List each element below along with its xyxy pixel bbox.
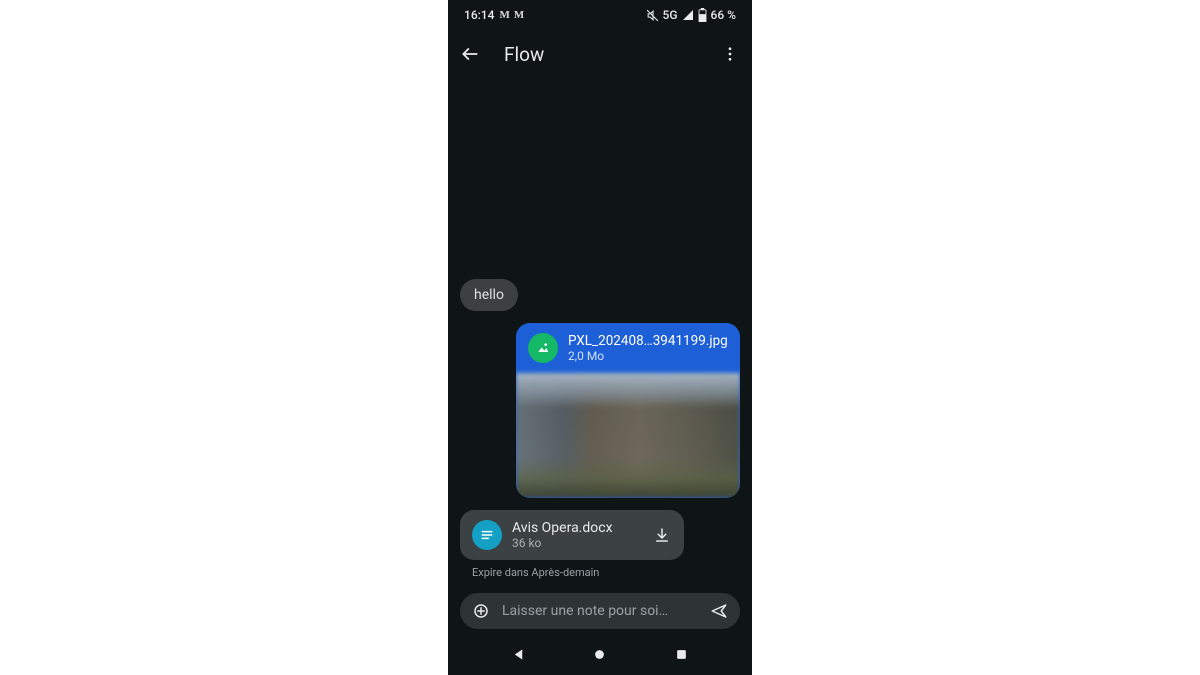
system-nav-bar bbox=[448, 633, 752, 675]
app-header: Flow bbox=[448, 30, 752, 78]
nav-home-button[interactable] bbox=[591, 645, 609, 663]
nav-back-button[interactable] bbox=[510, 645, 528, 663]
note-input[interactable]: Laisser une note pour soi… bbox=[502, 603, 698, 619]
image-filename: PXL_202408…3941199.jpg bbox=[568, 333, 728, 349]
phone-frame: 16:14 M M 5G 66 % Flow hello bbox=[448, 0, 752, 675]
expire-label: Expire dans Après-demain bbox=[460, 566, 740, 579]
file-name: Avis Opera.docx bbox=[512, 520, 642, 536]
document-icon bbox=[472, 520, 502, 550]
attach-button[interactable] bbox=[472, 602, 490, 620]
image-preview[interactable] bbox=[516, 373, 740, 498]
nav-recent-button[interactable] bbox=[672, 645, 690, 663]
download-button[interactable] bbox=[652, 525, 672, 545]
message-content: hello bbox=[474, 287, 504, 303]
battery-icon bbox=[698, 8, 707, 22]
notification-icon: M bbox=[499, 9, 508, 21]
notification-icon: M bbox=[514, 9, 523, 21]
battery-label: 66 % bbox=[711, 8, 736, 22]
message-text[interactable]: hello bbox=[460, 279, 518, 311]
status-bar: 16:14 M M 5G 66 % bbox=[448, 0, 752, 30]
message-image-card[interactable]: PXL_202408…3941199.jpg 2,0 Mo bbox=[516, 323, 740, 498]
image-filesize: 2,0 Mo bbox=[568, 349, 728, 363]
message-file-card[interactable]: Avis Opera.docx 36 ko bbox=[460, 510, 684, 560]
image-icon bbox=[528, 333, 558, 363]
send-button[interactable] bbox=[710, 602, 728, 620]
mute-icon bbox=[646, 9, 659, 22]
composer: Laisser une note pour soi… bbox=[460, 593, 740, 629]
status-left: 16:14 M M bbox=[464, 8, 523, 22]
more-menu-button[interactable] bbox=[720, 44, 740, 64]
page-title: Flow bbox=[504, 43, 696, 66]
conversation-area: hello PXL_202408…3941199.jpg 2,0 Mo Avis… bbox=[448, 78, 752, 587]
signal-icon bbox=[682, 9, 694, 21]
status-right: 5G 66 % bbox=[646, 8, 736, 22]
back-button[interactable] bbox=[460, 44, 480, 64]
clock: 16:14 bbox=[464, 8, 494, 22]
network-label: 5G bbox=[663, 8, 678, 22]
image-header: PXL_202408…3941199.jpg 2,0 Mo bbox=[516, 323, 740, 373]
file-size: 36 ko bbox=[512, 536, 642, 550]
